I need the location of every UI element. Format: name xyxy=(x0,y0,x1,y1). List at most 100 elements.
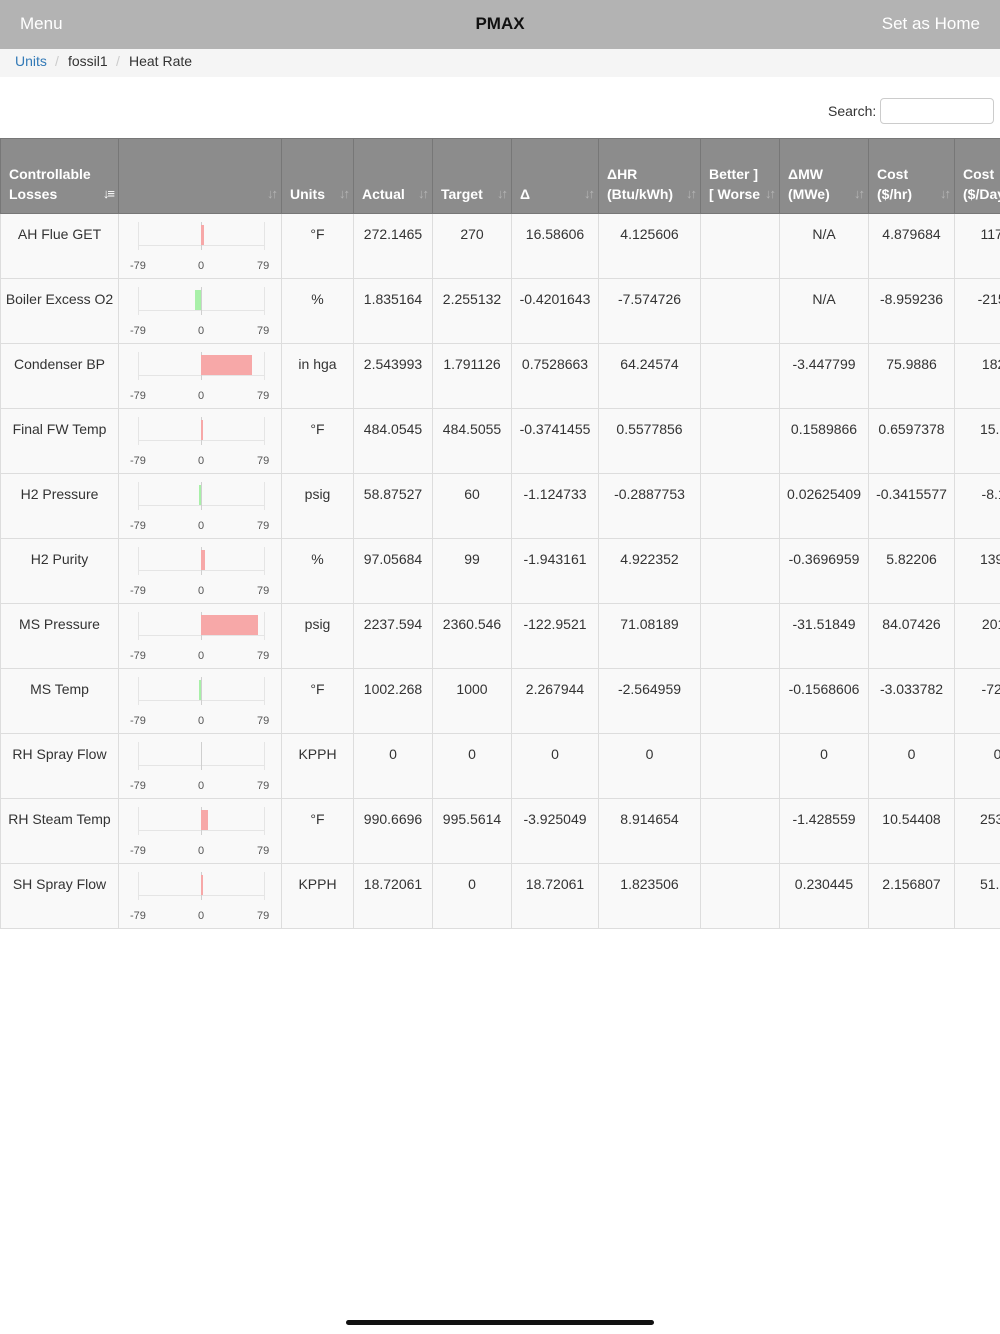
header-delta[interactable]: Δ ↓↑ xyxy=(511,138,599,214)
header-chart[interactable]: ↓↑ xyxy=(118,138,282,214)
chart-zero-tick: 0 xyxy=(198,260,205,272)
table-row[interactable]: Final FW Temp -79 0 79 °F 484.0545 484.5055 -0.… xyxy=(0,408,1000,474)
chart-bar xyxy=(198,680,201,700)
cost-hr-cell: 10.54408 xyxy=(868,798,955,864)
header-delta-mw[interactable]: ΔMW (MWe) ↓↑ xyxy=(779,138,869,214)
better-worse-cell xyxy=(700,733,780,799)
table-row[interactable]: Condenser BP -79 0 79 in hga 2.543993 1.791126… xyxy=(0,343,1000,409)
cost-hr-cell: 2.156807 xyxy=(868,863,955,929)
units-cell: % xyxy=(281,538,354,604)
top-navigation-bar: Menu PMAX Set as Home xyxy=(0,0,1000,49)
mini-chart: -79 0 79 xyxy=(119,799,282,864)
header-actual[interactable]: Actual ↓↑ xyxy=(353,138,433,214)
target-cell: 2360.546 xyxy=(432,603,512,669)
actual-cell: 484.0545 xyxy=(353,408,433,474)
header-delta-hr[interactable]: ΔHR (Btu/kWh) ↓↑ xyxy=(598,138,701,214)
set-as-home-button[interactable]: Set as Home xyxy=(882,14,980,34)
delta-mw-cell: 0.1589866 xyxy=(779,408,869,474)
delta-mw-cell: -3.447799 xyxy=(779,343,869,409)
chart-max-tick: 79 xyxy=(257,585,270,597)
cost-hr-cell: 84.07426 xyxy=(868,603,955,669)
table-row[interactable]: MS Temp -79 0 79 °F 1002.268 1000 2.267944 -2.56… xyxy=(0,668,1000,734)
header-units[interactable]: Units ↓↑ xyxy=(281,138,354,214)
target-cell: 60 xyxy=(432,473,512,539)
loss-name-cell: RH Spray Flow xyxy=(0,733,119,799)
cost-hr-cell: 0 xyxy=(868,733,955,799)
table-row[interactable]: Boiler Excess O2 -79 0 79% 1.835164 2.255132-… xyxy=(0,278,1000,344)
header-cost-day[interactable]: Cost ($/Day)↓↑ xyxy=(954,138,1000,214)
chart-min-tick: -79 xyxy=(130,325,146,337)
actual-cell: 58.87527 xyxy=(353,473,433,539)
header-cost-hr[interactable]: Cost ($/hr) ↓↑ xyxy=(868,138,955,214)
table-row[interactable]: H2 Purity -79 0 79% 97.05684 99 -1.943161 4.922… xyxy=(0,538,1000,604)
mini-chart: -79 0 79 xyxy=(119,214,282,279)
chart-bar xyxy=(201,875,203,895)
column-header-label: Units xyxy=(290,186,325,202)
table-row[interactable]: RH Spray Flow -79 0 79 KPPH 0 0 0 0 0 0 0 xyxy=(0,733,1000,799)
mini-chart: -79 0 79 xyxy=(119,409,282,474)
chart-max-tick: 79 xyxy=(257,520,270,532)
mini-chart: -79 0 79 xyxy=(119,604,282,669)
search-input[interactable] xyxy=(880,98,994,124)
header-target[interactable]: Target ↓↑ xyxy=(432,138,512,214)
chart-zero-tick: 0 xyxy=(198,715,205,727)
chart-bar xyxy=(201,615,258,635)
chart-zero-axis xyxy=(201,742,202,770)
delta-hr-cell: 4.922352 xyxy=(598,538,701,604)
sort-icon[interactable]: ↓↑ xyxy=(339,184,350,204)
table-row[interactable]: RH Steam Temp -79 0 79 °F 990.6696 995.5614 -3.… xyxy=(0,798,1000,864)
sort-icon[interactable]: ↓↑ xyxy=(497,184,508,204)
loss-name-cell: Condenser BP xyxy=(0,343,119,409)
table-row[interactable]: H2 Pressure -79 0 79 psig 58.87527 60 -1.124733… xyxy=(0,473,1000,539)
chart-max-tick: 79 xyxy=(257,845,270,857)
column-header-label: Actual xyxy=(362,186,405,202)
table-row[interactable]: AH Flue GET -79 0 79 °F 272.1465 270 16.58606 4.… xyxy=(0,213,1000,279)
units-cell: KPPH xyxy=(281,863,354,929)
header-better-worse[interactable]: Better ][ Worse ↓↑ xyxy=(700,138,780,214)
column-header-label: Cost ($/hr) xyxy=(877,166,912,202)
delta-mw-cell: N/A xyxy=(779,278,869,344)
column-header-label: Cost ($/Day) xyxy=(963,166,1000,202)
sort-icon[interactable]: ↓↑ xyxy=(854,184,865,204)
sort-icon[interactable]: ↓↑ xyxy=(584,184,595,204)
table-row[interactable]: MS Pressure -79 0 79 psig 2237.594 2360.546 -12… xyxy=(0,603,1000,669)
delta-cell: -0.3741455 xyxy=(511,408,599,474)
better-worse-cell xyxy=(700,213,780,279)
mini-chart: -79 0 79 xyxy=(119,539,282,604)
better-worse-cell xyxy=(700,603,780,669)
cost-hr-cell: 4.879684 xyxy=(868,213,955,279)
chart-max-tick: 79 xyxy=(257,650,270,662)
sort-active-icon[interactable]: ↓≡ xyxy=(103,184,115,204)
chart-max-tick: 79 xyxy=(257,780,270,792)
column-header-label: Target xyxy=(441,186,483,202)
chart-bar xyxy=(201,810,209,830)
sort-icon[interactable]: ↓↑ xyxy=(940,184,951,204)
search-label: Search: xyxy=(828,103,877,119)
sort-icon[interactable]: ↓↑ xyxy=(765,184,776,204)
header-controllable-losses[interactable]: Controllable Losses ↓≡ xyxy=(0,138,119,214)
app-title: PMAX xyxy=(475,14,525,33)
chart-bar xyxy=(199,485,201,505)
units-cell: °F xyxy=(281,798,354,864)
chart-zero-axis xyxy=(201,482,202,510)
delta-hr-cell: -7.574726 xyxy=(598,278,701,344)
actual-cell: 990.6696 xyxy=(353,798,433,864)
home-indicator xyxy=(346,1320,654,1325)
sort-icon[interactable]: ↓↑ xyxy=(686,184,697,204)
sort-icon[interactable]: ↓↑ xyxy=(418,184,429,204)
sort-icon[interactable]: ↓↑ xyxy=(267,184,278,204)
loss-name-cell: RH Steam Temp xyxy=(0,798,119,864)
better-worse-cell xyxy=(700,278,780,344)
breadcrumb-units-link[interactable]: Units xyxy=(15,53,47,69)
mini-chart: -79 0 79 xyxy=(119,279,282,344)
losses-table-container[interactable]: Controllable Losses ↓≡ ↓↑ Units ↓↑ Actual ↓↑ Ta… xyxy=(0,138,1000,938)
chart-zero-axis xyxy=(201,287,202,315)
delta-mw-cell: 0.230445 xyxy=(779,863,869,929)
chart-zero-tick: 0 xyxy=(198,390,205,402)
actual-cell: 97.05684 xyxy=(353,538,433,604)
table-row[interactable]: SH Spray Flow -79 0 79 KPPH 18.72061 0 18.72061… xyxy=(0,863,1000,929)
cost-hr-cell: 0.6597378 xyxy=(868,408,955,474)
target-cell: 484.5055 xyxy=(432,408,512,474)
breadcrumb-separator: / xyxy=(116,53,120,69)
delta-hr-bar-chart: -79 0 79 xyxy=(118,798,282,864)
